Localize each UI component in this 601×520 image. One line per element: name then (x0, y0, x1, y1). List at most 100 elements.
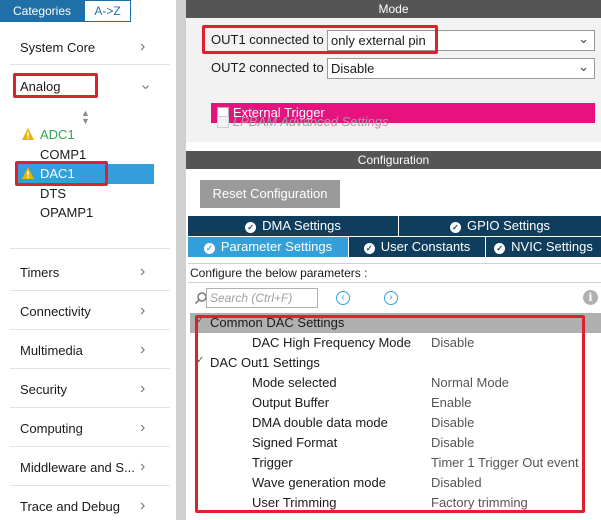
category-label: Multimedia (20, 343, 83, 358)
param-name: DAC High Frequency Mode (252, 335, 411, 350)
category-connectivity[interactable]: Connectivity › (0, 301, 168, 323)
peripheral-adc1[interactable]: ADC1 (15, 125, 155, 145)
category-middleware[interactable]: Middleware and S... › (0, 457, 168, 479)
out1-label: OUT1 connected to (211, 32, 324, 47)
info-icon[interactable]: i (583, 290, 598, 305)
param-row[interactable]: DAC High Frequency Mode Disable (190, 333, 601, 353)
param-row[interactable]: User Trimming Factory trimming (190, 493, 601, 513)
tab-label: NVIC Settings (511, 239, 593, 254)
param-name: Output Buffer (252, 395, 330, 410)
divider (10, 368, 170, 369)
category-trace-debug[interactable]: Trace and Debug › (0, 496, 168, 518)
sort-icon[interactable]: ▲ ▼ (81, 109, 90, 126)
param-name: Trigger (252, 455, 293, 470)
tab-nvic-settings[interactable]: ✓ NVIC Settings (486, 237, 601, 257)
mode-section: OUT1 connected to only external pin ⌄ OU… (186, 18, 601, 142)
peripheral-label: DTS (40, 186, 66, 201)
param-name: Mode selected (252, 375, 337, 390)
peripheral-label: OPAMP1 (40, 205, 94, 220)
configuration-header: Configuration (186, 151, 601, 169)
divider (10, 248, 170, 249)
previous-icon[interactable]: ‹ (336, 291, 350, 305)
check-circle-icon: ✓ (245, 222, 257, 233)
divider (10, 64, 170, 65)
param-row[interactable]: Output Buffer Enable (190, 393, 601, 413)
parameters-caption: Configure the below parameters : (188, 263, 601, 283)
parameter-tree: ✓ Common DAC Settings DAC High Frequency… (190, 313, 601, 520)
param-name: User Trimming (252, 495, 337, 510)
category-label: Computing (20, 421, 83, 436)
chevron-right-icon: › (140, 380, 146, 397)
peripheral-dts[interactable]: DTS (15, 184, 155, 204)
check-circle-icon: ✓ (203, 243, 215, 254)
category-system-core[interactable]: System Core › (0, 37, 168, 59)
chevron-down-icon: ⌄ (578, 31, 589, 46)
tab-a-to-z[interactable]: A->Z (84, 0, 131, 22)
peripheral-comp1[interactable]: COMP1 (15, 145, 155, 165)
out2-value: Disable (331, 61, 375, 76)
peripheral-label: COMP1 (40, 147, 87, 162)
divider (10, 446, 170, 447)
out2-select[interactable]: Disable ⌄ (327, 58, 595, 79)
divider (10, 485, 170, 486)
group-label: DAC Out1 Settings (210, 355, 320, 370)
chevron-right-icon: › (140, 302, 146, 319)
lpbam-label: LPBAM Advanced Settings (233, 114, 389, 129)
mode-header: Mode (186, 0, 601, 18)
param-row[interactable]: Trigger Timer 1 Trigger Out event (190, 453, 601, 473)
lpbam-checkbox (217, 116, 229, 128)
tab-label: User Constants (380, 239, 471, 254)
chevron-down-icon: ✓ (196, 315, 205, 326)
param-row[interactable]: Wave generation mode Disabled (190, 473, 601, 493)
next-icon[interactable]: › (384, 291, 398, 305)
check-circle-icon: ✓ (449, 222, 461, 233)
peripheral-label: ADC1 (40, 127, 75, 142)
group-row-common-dac[interactable]: ✓ Common DAC Settings (190, 313, 601, 333)
search-input[interactable]: Search (Ctrl+F) (206, 288, 318, 308)
category-label: Timers (20, 265, 60, 280)
out2-label: OUT2 connected to (211, 60, 324, 75)
reset-configuration-button[interactable]: Reset Configuration (200, 180, 340, 208)
param-row[interactable]: Signed Format Disable (190, 433, 601, 453)
category-analog[interactable]: Analog › (0, 76, 168, 98)
param-value: Disable (431, 415, 475, 430)
group-label: Common DAC Settings (210, 315, 345, 330)
configuration-section: Reset Configuration ✓ DMA Settings ✓ GPIO … (186, 170, 601, 520)
group-row-dac-out1[interactable]: ✓ DAC Out1 Settings (190, 353, 601, 373)
peripheral-opamp1[interactable]: OPAMP1 (15, 203, 155, 223)
category-timers[interactable]: Timers › (0, 262, 168, 284)
category-label: System Core (20, 40, 96, 55)
category-panel: Categories A->Z System Core › Analog › ▲… (0, 0, 170, 520)
tab-dma-settings[interactable]: ✓ DMA Settings (188, 216, 398, 236)
warning-icon (22, 167, 34, 179)
peripheral-dac1[interactable]: DAC1 (15, 164, 154, 184)
tab-parameter-settings[interactable]: ✓ Parameter Settings (188, 237, 348, 257)
panel-splitter[interactable] (176, 0, 186, 520)
category-label: Connectivity (20, 304, 91, 319)
category-multimedia[interactable]: Multimedia › (0, 340, 168, 362)
chevron-right-icon: › (140, 458, 146, 475)
warning-icon (22, 128, 34, 140)
tab-gpio-settings[interactable]: ✓ GPIO Settings (399, 216, 601, 236)
category-label: Trace and Debug (20, 499, 120, 514)
chevron-down-icon: ⌄ (578, 59, 589, 74)
param-row[interactable]: Mode selected Normal Mode (190, 373, 601, 393)
category-security[interactable]: Security › (0, 379, 168, 401)
chevron-right-icon: › (140, 419, 146, 436)
tab-label: GPIO Settings (466, 218, 551, 233)
check-circle-icon: ✓ (494, 243, 506, 254)
param-value: Disable (431, 335, 475, 350)
param-row[interactable]: DMA double data mode Disable (190, 413, 601, 433)
param-name: Signed Format (252, 435, 338, 450)
peripheral-label: DAC1 (40, 166, 75, 181)
out1-select[interactable]: only external pin ⌄ (327, 30, 595, 51)
category-computing[interactable]: Computing › (0, 418, 168, 440)
param-value: Enable (431, 395, 472, 410)
param-value: Factory trimming (431, 495, 528, 510)
tab-user-constants[interactable]: ✓ User Constants (349, 237, 485, 257)
tab-label: DMA Settings (262, 218, 341, 233)
tab-categories[interactable]: Categories (0, 0, 84, 22)
param-value: Normal Mode (431, 375, 510, 390)
param-name: Wave generation mode (252, 475, 386, 490)
chevron-down-icon: › (137, 84, 155, 90)
